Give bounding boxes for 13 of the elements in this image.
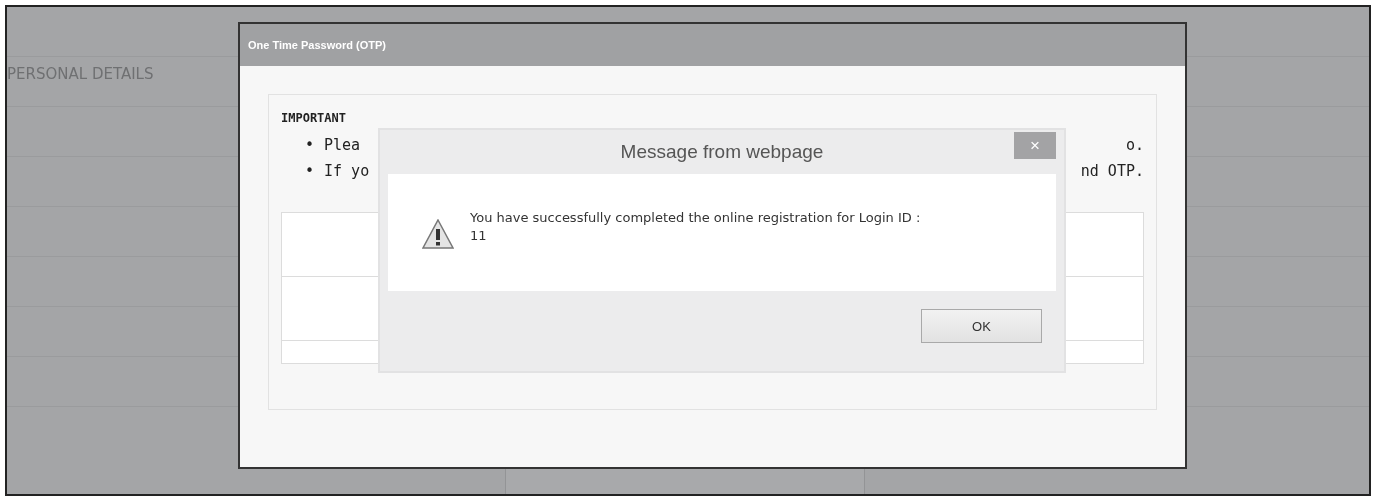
dialog-title: Message from webpage bbox=[620, 141, 824, 163]
warning-icon bbox=[422, 219, 454, 249]
message-text: You have successfully completed the online registration for Login ID : bbox=[470, 209, 921, 227]
ok-button[interactable]: OK bbox=[921, 309, 1042, 343]
instruction-text: If yo bbox=[324, 161, 370, 182]
instruction-text: Plea bbox=[324, 135, 361, 156]
bullet-mark: • bbox=[305, 161, 315, 182]
login-id: 11 bbox=[470, 227, 488, 245]
instruction-text: o. bbox=[1125, 135, 1144, 156]
important-heading: IMPORTANT bbox=[281, 111, 347, 125]
instruction-text: nd OTP. bbox=[1080, 161, 1144, 182]
dialog-title: One Time Password (OTP) bbox=[240, 24, 1185, 66]
bullet-mark: • bbox=[305, 135, 315, 156]
